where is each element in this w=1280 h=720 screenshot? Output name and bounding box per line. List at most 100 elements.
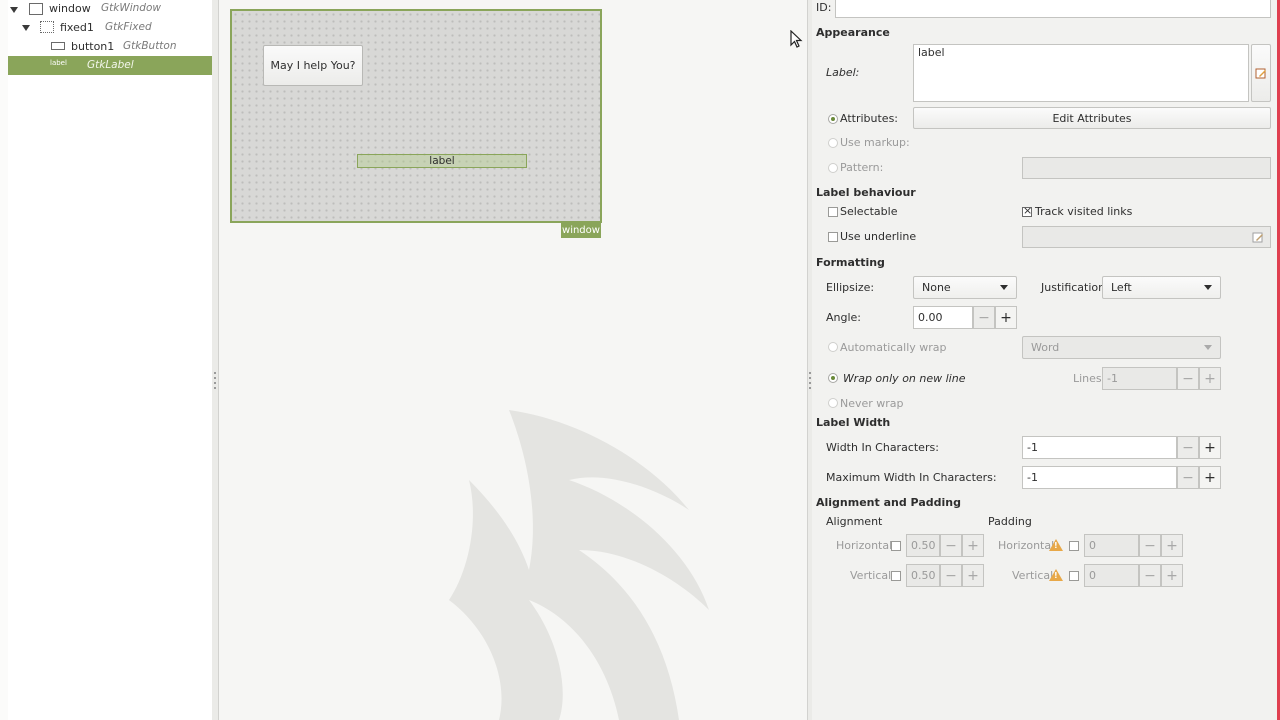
auto-wrap-radio[interactable]	[828, 342, 838, 352]
tree-item-name: window	[49, 2, 91, 15]
use-underline-checkbox[interactable]	[828, 232, 838, 242]
edit-pencil-icon	[1255, 68, 1266, 79]
use-markup-label: Use markup:	[840, 136, 910, 149]
expander-down-icon[interactable]	[10, 7, 18, 13]
v-align-label: Vertical	[850, 569, 892, 582]
justification-label: Justification:	[1041, 281, 1109, 294]
fixed-container-icon	[40, 21, 54, 33]
tree-item-type: GtkFixed	[105, 21, 152, 33]
pattern-label: Pattern:	[840, 161, 884, 174]
pattern-radio[interactable]	[828, 163, 838, 173]
label-text-area[interactable]: label	[913, 44, 1249, 102]
v-align-decrement-button[interactable]: −	[940, 564, 962, 587]
padding-heading: Padding	[988, 515, 1032, 528]
wrap-newline-radio[interactable]	[828, 373, 838, 383]
ellipsize-value: None	[922, 281, 951, 294]
lines-input[interactable]: -1	[1102, 367, 1177, 390]
lines-decrement-button[interactable]: −	[1177, 367, 1199, 390]
section-label-behaviour: Label behaviour	[816, 186, 916, 199]
design-canvas[interactable]: May I help You? label window	[219, 0, 807, 720]
attributes-radio[interactable]	[828, 114, 838, 124]
warning-icon	[1049, 539, 1063, 551]
attributes-label: Attributes:	[840, 112, 899, 125]
v-align-input[interactable]: 0.50	[906, 564, 940, 587]
max-width-increment-button[interactable]: +	[1199, 466, 1221, 489]
h-align-increment-button[interactable]: +	[962, 534, 984, 557]
v-padding-label: Vertical	[1012, 569, 1054, 582]
h-align-checkbox[interactable]	[891, 541, 901, 551]
pattern-field[interactable]	[1022, 157, 1271, 179]
pane-splitter-left[interactable]	[212, 0, 219, 720]
warning-icon	[1049, 569, 1063, 581]
tree-item-type: GtkLabel	[87, 59, 134, 71]
tree-item-name: fixed1	[60, 21, 94, 34]
angle-increment-button[interactable]: +	[995, 306, 1017, 329]
h-padding-input[interactable]: 0	[1084, 534, 1139, 557]
v-padding-decrement-button[interactable]: −	[1139, 564, 1161, 587]
label-text-label: Label:	[826, 66, 860, 79]
watermark-logo	[449, 410, 709, 720]
v-padding-input[interactable]: 0	[1084, 564, 1139, 587]
v-padding-increment-button[interactable]: +	[1161, 564, 1183, 587]
h-align-label: Horizontal	[836, 539, 893, 552]
edit-pencil-icon[interactable]	[1252, 231, 1264, 243]
justification-combo[interactable]: Left	[1102, 276, 1221, 299]
v-align-increment-button[interactable]: +	[962, 564, 984, 587]
use-markup-radio[interactable]	[828, 138, 838, 148]
lines-label: Lines	[1073, 372, 1102, 385]
h-padding-checkbox[interactable]	[1069, 541, 1079, 551]
id-field[interactable]	[835, 0, 1271, 18]
tree-row-button1[interactable]: button1 GtkButton	[8, 37, 212, 56]
label-widget-icon: label	[50, 59, 67, 67]
angle-decrement-button[interactable]: −	[973, 306, 995, 329]
tree-item-type: GtkWindow	[101, 2, 161, 14]
track-visited-checkbox[interactable]	[1022, 204, 1032, 217]
width-chars-increment-button[interactable]: +	[1199, 436, 1221, 459]
angle-input[interactable]: 0.00	[913, 306, 973, 329]
width-chars-input[interactable]: -1	[1022, 436, 1177, 459]
v-padding-checkbox[interactable]	[1069, 571, 1079, 581]
never-wrap-radio[interactable]	[828, 398, 838, 408]
selectable-label: Selectable	[840, 205, 898, 218]
h-align-decrement-button[interactable]: −	[940, 534, 962, 557]
button-icon	[51, 42, 65, 50]
lines-increment-button[interactable]: +	[1199, 367, 1221, 390]
wrap-newline-label: Wrap only on new line	[843, 372, 966, 385]
h-padding-decrement-button[interactable]: −	[1139, 534, 1161, 557]
button1-preview[interactable]: May I help You?	[263, 45, 363, 86]
dropdown-arrow-icon	[1204, 285, 1212, 290]
widget-tree[interactable]: window GtkWindow fixed1 GtkFixed button1…	[8, 0, 213, 720]
alignment-heading: Alignment	[826, 515, 883, 528]
never-wrap-label: Never wrap	[840, 397, 904, 410]
tree-row-fixed1[interactable]: fixed1 GtkFixed	[8, 18, 212, 37]
h-padding-label: Horizontal	[998, 539, 1055, 552]
edit-label-button[interactable]	[1251, 44, 1271, 102]
properties-panel: ID: Appearance Label: label Attributes: …	[812, 0, 1277, 720]
edit-attributes-button[interactable]: Edit Attributes	[913, 107, 1271, 129]
width-chars-label: Width In Characters:	[826, 441, 939, 454]
width-chars-decrement-button[interactable]: −	[1177, 436, 1199, 459]
angle-label: Angle:	[826, 311, 862, 324]
window-tag: window	[561, 223, 601, 238]
mnemonic-widget-field[interactable]	[1022, 226, 1271, 248]
h-align-input[interactable]: 0.50	[906, 534, 940, 557]
label-preview[interactable]: label	[357, 154, 527, 168]
ellipsize-combo[interactable]: None	[913, 276, 1017, 299]
ellipsize-label: Ellipsize:	[826, 281, 875, 294]
section-appearance: Appearance	[816, 26, 890, 39]
gtk-window-preview[interactable]: May I help You? label	[230, 9, 602, 223]
expander-down-icon[interactable]	[22, 25, 30, 31]
tree-row-label[interactable]: label GtkLabel	[8, 56, 212, 75]
h-padding-increment-button[interactable]: +	[1161, 534, 1183, 557]
tree-item-name: button1	[71, 40, 115, 53]
v-align-checkbox[interactable]	[891, 571, 901, 581]
max-width-input[interactable]: -1	[1022, 466, 1177, 489]
selectable-checkbox[interactable]	[828, 207, 838, 217]
max-width-decrement-button[interactable]: −	[1177, 466, 1199, 489]
use-underline-label: Use underline	[840, 230, 917, 243]
dropdown-arrow-icon	[1204, 345, 1212, 350]
id-label: ID:	[816, 1, 832, 14]
tree-item-type: GtkButton	[123, 40, 177, 52]
tree-row-window[interactable]: window GtkWindow	[8, 0, 212, 19]
wrap-mode-combo[interactable]: Word	[1022, 336, 1221, 359]
